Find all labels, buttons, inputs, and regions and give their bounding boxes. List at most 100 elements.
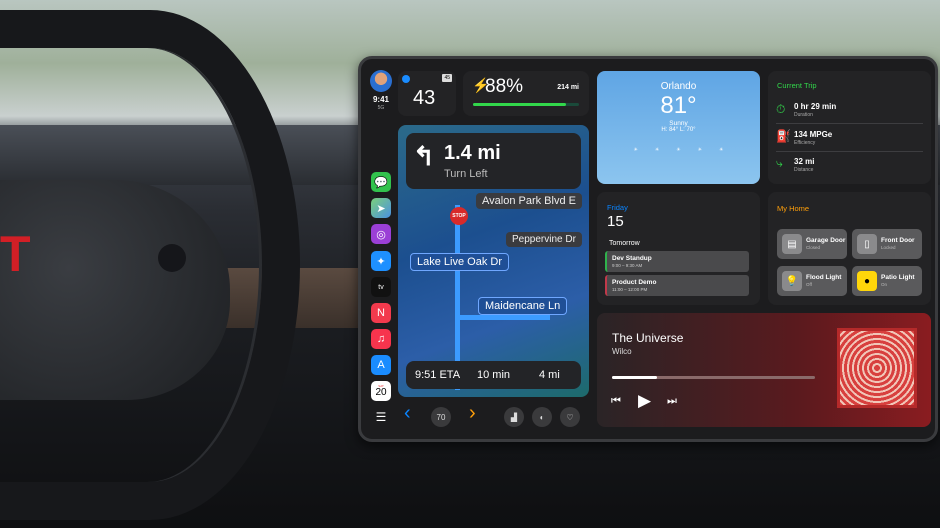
defrost-button[interactable]: ♡ <box>560 407 580 427</box>
accessory-name: Garage Door <box>806 237 846 244</box>
status-time: 9:41 <box>372 95 389 104</box>
previous-track-button[interactable]: ⏮ <box>611 395 621 408</box>
accessory-status: Off <box>806 282 812 287</box>
trip-label: Efficiency <box>794 140 816 146</box>
calendar-widget[interactable]: Friday 15 Tomorrow Dev Standup 9:00 – 9:… <box>597 192 760 305</box>
accessory-status: On <box>881 282 888 287</box>
trip-row-distance: ⤷ 32 mi Distance <box>776 153 923 179</box>
street-label: Peppervine Dr <box>506 232 582 247</box>
news-icon[interactable]: N <box>371 303 391 323</box>
trip-value: 0 hr 29 min <box>794 102 837 111</box>
turn-distance: 1.4 mi <box>444 142 501 164</box>
song-artist: Wilco <box>612 347 632 356</box>
accessory-name: Front Door <box>881 237 915 244</box>
forward-button[interactable]: › <box>469 402 476 425</box>
trip-row-duration: ⏱ 0 hr 29 min Duration <box>776 98 923 124</box>
calendar-icon[interactable]: SAT 20 <box>371 381 391 401</box>
trip-value: 32 mi <box>794 157 815 166</box>
forecast-row: ☀ ☀ ☀ ☀ ☀ <box>597 147 760 153</box>
seat-heat-button[interactable]: ▟ <box>504 407 524 427</box>
route-line <box>455 315 550 320</box>
event-time: 11:00 – 12:00 PM <box>612 287 648 292</box>
garage-icon: ▤ <box>782 234 802 254</box>
avatar[interactable] <box>370 70 392 92</box>
accessory-name: Patio Light <box>881 274 915 281</box>
eta-bar: 9:51 ETA 10 min 4 mi <box>406 361 581 389</box>
carplay-screen: 9:41 5G 💬 ➤ ◎ ✦ tv N ♫ A SAT 20 ☰ 45 43 … <box>358 56 938 442</box>
calendar-event[interactable]: Product Demo 11:00 – 12:00 PM <box>605 275 749 296</box>
maps-icon[interactable]: ➤ <box>371 198 391 218</box>
stop-sign-icon: STOP <box>450 207 468 225</box>
lightbulb-icon: ● <box>857 271 877 291</box>
trip-title: Current Trip <box>777 81 817 90</box>
dashboard-toggle-icon[interactable]: ☰ <box>371 407 391 427</box>
weather-condition: Sunny <box>669 120 688 127</box>
calendar-date: 15 <box>607 213 624 230</box>
podcasts-icon[interactable]: ◎ <box>371 224 391 244</box>
accessory-status: Closed <box>806 245 821 250</box>
trip-label: Distance <box>794 167 814 173</box>
street-label: Avalon Park Blvd E <box>476 193 582 209</box>
sun-icon: ☀ <box>676 147 681 153</box>
lightbulb-icon: 💡 <box>782 271 802 291</box>
speed-icon <box>402 75 410 83</box>
patio-light-button[interactable]: ● Patio Light On <box>852 266 922 296</box>
battery-bar <box>473 103 579 106</box>
calendar-event[interactable]: Dev Standup 9:00 – 9:30 AM <box>605 251 749 272</box>
weather-hilo: H: 84° L: 70° <box>661 127 696 133</box>
battery-range: 214 mi <box>557 84 579 91</box>
turn-left-arrow-icon: ↰ <box>413 141 435 171</box>
trip-remaining: 4 mi <box>539 369 560 381</box>
calendar-day: 20 <box>375 386 387 398</box>
eta: 9:51 ETA <box>415 369 461 381</box>
trip-value: 134 MPGe <box>794 130 833 139</box>
battery-percent: 88% <box>485 76 524 97</box>
album-art <box>837 328 917 408</box>
garage-door-button[interactable]: ▤ Garage Door Closed <box>777 229 847 259</box>
back-button[interactable]: ‹ <box>404 402 411 425</box>
turn-card: ↰ 1.4 mi Turn Left <box>406 133 581 189</box>
speed-card: 45 43 <box>398 71 456 116</box>
calendar-weekday: Friday <box>607 203 628 212</box>
play-button[interactable]: ▶ <box>638 391 651 411</box>
signal-indicator: 5G <box>377 105 385 111</box>
fuel-icon: ⛽ <box>776 129 791 143</box>
tv-icon[interactable]: tv <box>371 277 391 297</box>
door-icon: ▯ <box>857 234 877 254</box>
battery-bar-fill <box>473 103 567 106</box>
home-widget[interactable]: My Home ▤ Garage Door Closed ▯ Front Door Lo… <box>768 192 931 305</box>
sun-icon: ☀ <box>719 147 724 153</box>
progress-fill <box>612 376 657 379</box>
progress-bar[interactable] <box>612 376 815 379</box>
weather-city: Orlando <box>660 81 697 92</box>
street-label: Lake Live Oak Dr <box>410 253 509 271</box>
current-trip-widget[interactable]: Current Trip ⏱ 0 hr 29 min Duration ⛽ 13… <box>768 71 931 184</box>
street-label: Maidencane Ln <box>478 297 568 315</box>
event-time: 9:00 – 9:30 AM <box>612 263 643 268</box>
sun-icon: ☀ <box>633 147 638 153</box>
speed-limit: 45 <box>442 74 452 82</box>
turn-instruction: Turn Left <box>444 168 488 180</box>
accessory-name: Flood Light <box>806 274 842 281</box>
messages-icon[interactable]: 💬 <box>371 172 391 192</box>
safari-icon[interactable]: ✦ <box>371 251 391 271</box>
accessory-status: Locked <box>881 245 896 250</box>
next-track-button[interactable]: ⏭ <box>667 395 677 408</box>
home-title: My Home <box>777 204 810 213</box>
sun-icon: ☀ <box>654 147 660 153</box>
battery-card: ⚡ 88% 214 mi <box>463 71 589 116</box>
trip-label: Duration <box>794 112 813 118</box>
now-playing-widget[interactable]: The Universe Wilco ⏮ ▶ ⏭ <box>597 313 931 427</box>
route-icon: ⤷ <box>776 156 783 170</box>
app-store-icon[interactable]: A <box>371 355 391 375</box>
flood-light-button[interactable]: 💡 Flood Light Off <box>777 266 847 296</box>
music-icon[interactable]: ♫ <box>371 329 391 349</box>
sun-icon: ☀ <box>697 147 703 153</box>
headlights-button[interactable]: ◐ <box>532 407 552 427</box>
weather-widget[interactable]: Orlando 81° Sunny H: 84° L: 70° ☀ ☀ ☀ ☀ ☀ <box>597 71 760 184</box>
stopwatch-icon: ⏱ <box>776 102 786 116</box>
temperature-button[interactable]: 70 <box>431 407 451 427</box>
song-title: The Universe <box>612 331 684 345</box>
weather-temp: 81° <box>660 92 697 119</box>
front-door-button[interactable]: ▯ Front Door Locked <box>852 229 922 259</box>
